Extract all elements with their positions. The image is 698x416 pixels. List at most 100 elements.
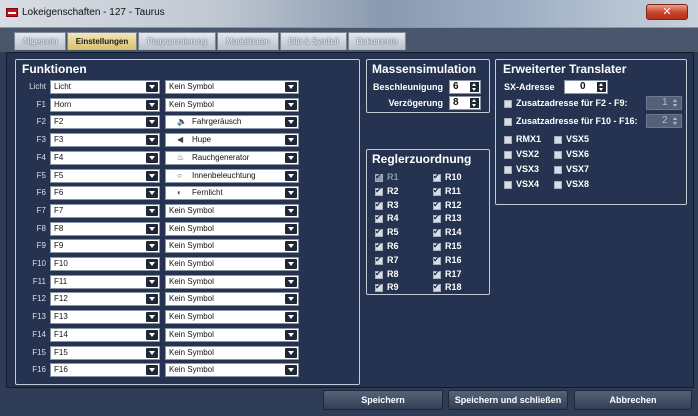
function-select[interactable]: F6 <box>50 186 160 201</box>
checkbox-box[interactable] <box>375 227 383 238</box>
checkbox-box[interactable] <box>375 255 383 265</box>
chevron-down-icon[interactable] <box>146 329 158 340</box>
regler-checkbox-r16[interactable]: R16 <box>433 255 483 267</box>
regler-checkbox-r18[interactable]: R18 <box>433 282 483 294</box>
chevron-down-icon[interactable] <box>285 259 297 269</box>
regler-checkbox-r15[interactable]: R15 <box>433 241 483 253</box>
symbol-select[interactable]: Kein Symbol <box>165 327 299 342</box>
checkbox-box[interactable] <box>433 255 441 265</box>
function-select[interactable]: Horn <box>50 97 160 112</box>
checkbox-box[interactable] <box>554 166 562 174</box>
close-button[interactable]: ✕ <box>646 4 688 20</box>
checkbox-box[interactable] <box>504 118 512 126</box>
tab-programmierung[interactable]: Programmierung <box>138 32 216 50</box>
symbol-select[interactable]: ○ Innenbeleuchtung <box>165 168 299 183</box>
checkbox-box[interactable] <box>375 269 383 279</box>
cancel-button[interactable]: Abbrechen <box>574 390 692 410</box>
chevron-down-icon[interactable] <box>285 117 297 128</box>
regler-checkbox-r8[interactable]: R8 <box>375 269 425 281</box>
function-select[interactable]: Licht <box>50 80 160 94</box>
function-select[interactable]: F16 <box>50 363 160 378</box>
chevron-down-icon[interactable] <box>285 312 297 323</box>
checkbox-box[interactable] <box>375 241 383 251</box>
checkbox-box[interactable] <box>504 166 512 174</box>
zusatz1-stepper[interactable]: 1 <box>646 96 682 110</box>
chevron-down-icon[interactable] <box>146 82 158 92</box>
function-select[interactable]: F4 <box>50 150 160 165</box>
checkbox-box[interactable] <box>433 172 441 182</box>
checkbox-box[interactable] <box>554 136 562 144</box>
symbol-select[interactable]: Kein Symbol <box>165 239 299 254</box>
checkbox-box[interactable] <box>375 282 383 293</box>
save-and-close-button[interactable]: Speichern und schließen <box>448 390 568 410</box>
translater-checkbox-vsx7[interactable]: VSX7 <box>554 164 600 176</box>
regler-checkbox-r6[interactable]: R6 <box>375 241 425 253</box>
chevron-down-icon[interactable] <box>285 170 297 181</box>
zusatz2-stepper[interactable]: 2 <box>646 114 682 128</box>
translater-checkbox-vsx2[interactable]: VSX2 <box>504 149 550 161</box>
chevron-down-icon[interactable] <box>146 365 158 376</box>
checkbox-box[interactable] <box>504 136 512 144</box>
chevron-down-icon[interactable] <box>146 259 158 269</box>
checkbox-box[interactable] <box>375 200 383 210</box>
checkbox-box[interactable] <box>433 227 441 238</box>
checkbox-box[interactable] <box>504 181 512 189</box>
function-select[interactable]: F11 <box>50 274 160 289</box>
function-select[interactable]: F12 <box>50 292 160 307</box>
tab-dokumente[interactable]: Dokumente <box>348 32 406 50</box>
spin-arrows-icon[interactable] <box>470 98 479 108</box>
symbol-select[interactable]: ◀ Hupe <box>165 133 299 148</box>
regler-checkbox-r9[interactable]: R9 <box>375 282 425 294</box>
save-button[interactable]: Speichern <box>323 390 443 410</box>
chevron-down-icon[interactable] <box>285 223 297 234</box>
chevron-down-icon[interactable] <box>285 329 297 340</box>
regler-checkbox-r1[interactable]: R1 <box>375 172 425 184</box>
beschleunigung-stepper[interactable]: 6 <box>449 80 481 94</box>
spin-arrows-icon[interactable] <box>671 116 680 126</box>
translater-checkbox-vsx4[interactable]: VSX4 <box>504 179 550 191</box>
checkbox-box[interactable] <box>504 151 512 159</box>
function-select[interactable]: F8 <box>50 221 160 236</box>
chevron-down-icon[interactable] <box>285 294 297 305</box>
regler-checkbox-r4[interactable]: R4 <box>375 213 425 225</box>
symbol-select[interactable]: Kein Symbol <box>165 345 299 360</box>
regler-checkbox-r7[interactable]: R7 <box>375 255 425 267</box>
regler-checkbox-r11[interactable]: R11 <box>433 186 483 198</box>
checkbox-box[interactable] <box>433 269 441 279</box>
translater-checkbox-vsx3[interactable]: VSX3 <box>504 164 550 176</box>
translater-checkbox-rmx1[interactable]: RMX1 <box>504 134 550 146</box>
chevron-down-icon[interactable] <box>146 241 158 252</box>
checkbox-box[interactable] <box>375 213 383 224</box>
chevron-down-icon[interactable] <box>146 312 158 323</box>
chevron-down-icon[interactable] <box>285 365 297 376</box>
symbol-select[interactable]: Kein Symbol <box>165 221 299 236</box>
checkbox-box[interactable] <box>433 186 441 196</box>
checkbox-box[interactable] <box>375 172 383 182</box>
tab-bild-symbol[interactable]: Bild & Symbol <box>280 32 347 50</box>
function-select[interactable]: F7 <box>50 203 160 218</box>
symbol-select[interactable]: Kein Symbol <box>165 203 299 218</box>
checkbox-box[interactable] <box>375 186 383 196</box>
function-select[interactable]: F10 <box>50 257 160 271</box>
chevron-down-icon[interactable] <box>285 276 297 287</box>
tab-allgemein[interactable]: Allgemein <box>14 32 66 50</box>
chevron-down-icon[interactable] <box>285 205 297 216</box>
regler-checkbox-r13[interactable]: R13 <box>433 213 483 225</box>
checkbox-box[interactable] <box>433 200 441 210</box>
checkbox-box[interactable] <box>554 151 562 159</box>
regler-checkbox-r2[interactable]: R2 <box>375 186 425 198</box>
verzoegerung-stepper[interactable]: 8 <box>449 96 481 110</box>
spin-arrows-icon[interactable] <box>470 82 479 92</box>
zusatz2-checkbox[interactable]: Zusatzadresse für F10 - F16: <box>504 116 654 128</box>
function-select[interactable]: F14 <box>50 327 160 342</box>
symbol-select[interactable]: Kein Symbol <box>165 363 299 378</box>
checkbox-box[interactable] <box>433 282 441 293</box>
chevron-down-icon[interactable] <box>146 170 158 181</box>
checkbox-box[interactable] <box>554 181 562 189</box>
chevron-down-icon[interactable] <box>146 152 158 163</box>
chevron-down-icon[interactable] <box>146 276 158 287</box>
chevron-down-icon[interactable] <box>285 188 297 199</box>
chevron-down-icon[interactable] <box>146 294 158 305</box>
chevron-down-icon[interactable] <box>285 82 297 92</box>
symbol-select[interactable]: ◐ Fernlicht <box>165 186 299 201</box>
